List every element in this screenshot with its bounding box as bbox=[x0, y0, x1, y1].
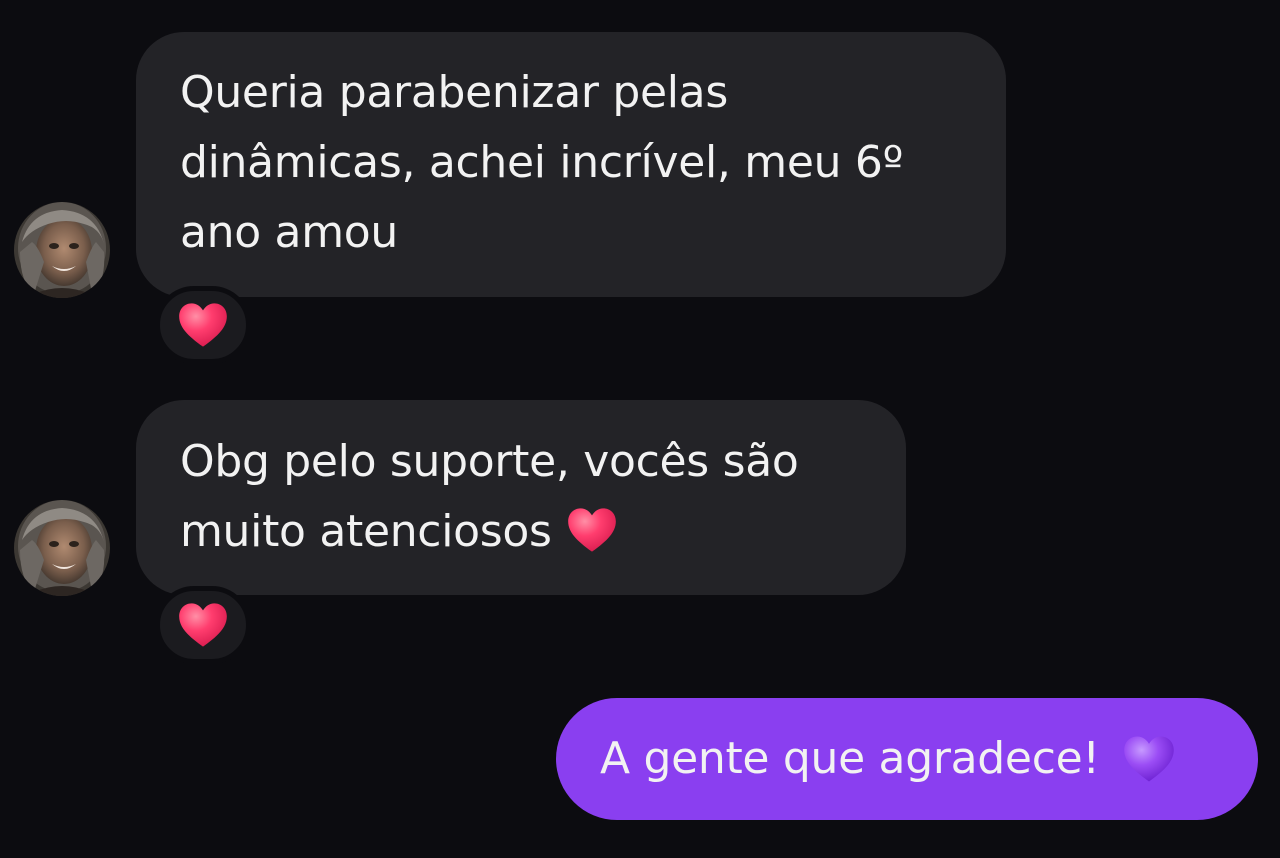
message-text: A gente que agradece! bbox=[600, 733, 1100, 784]
purple-heart-icon bbox=[1122, 734, 1176, 784]
red-heart-icon bbox=[177, 601, 229, 649]
sender-avatar[interactable] bbox=[14, 500, 110, 596]
red-heart-icon bbox=[566, 506, 618, 554]
message-bubble-outgoing[interactable]: A gente que agradece! bbox=[556, 698, 1258, 820]
message-bubble-incoming[interactable]: Obg pelo suporte, vocês são muito atenci… bbox=[136, 400, 906, 595]
message-bubble-incoming[interactable]: Queria parabenizar pelas dinâmicas, ache… bbox=[136, 32, 1006, 297]
message-text: Queria parabenizar pelas dinâmicas, ache… bbox=[180, 67, 904, 258]
message-reaction[interactable] bbox=[155, 586, 251, 664]
message-text: Obg pelo suporte, vocês são muito atenci… bbox=[180, 436, 799, 557]
chat-thread: Queria parabenizar pelas dinâmicas, ache… bbox=[0, 0, 1280, 858]
message-reaction[interactable] bbox=[155, 286, 251, 364]
red-heart-icon bbox=[177, 301, 229, 349]
sender-avatar[interactable] bbox=[14, 202, 110, 298]
